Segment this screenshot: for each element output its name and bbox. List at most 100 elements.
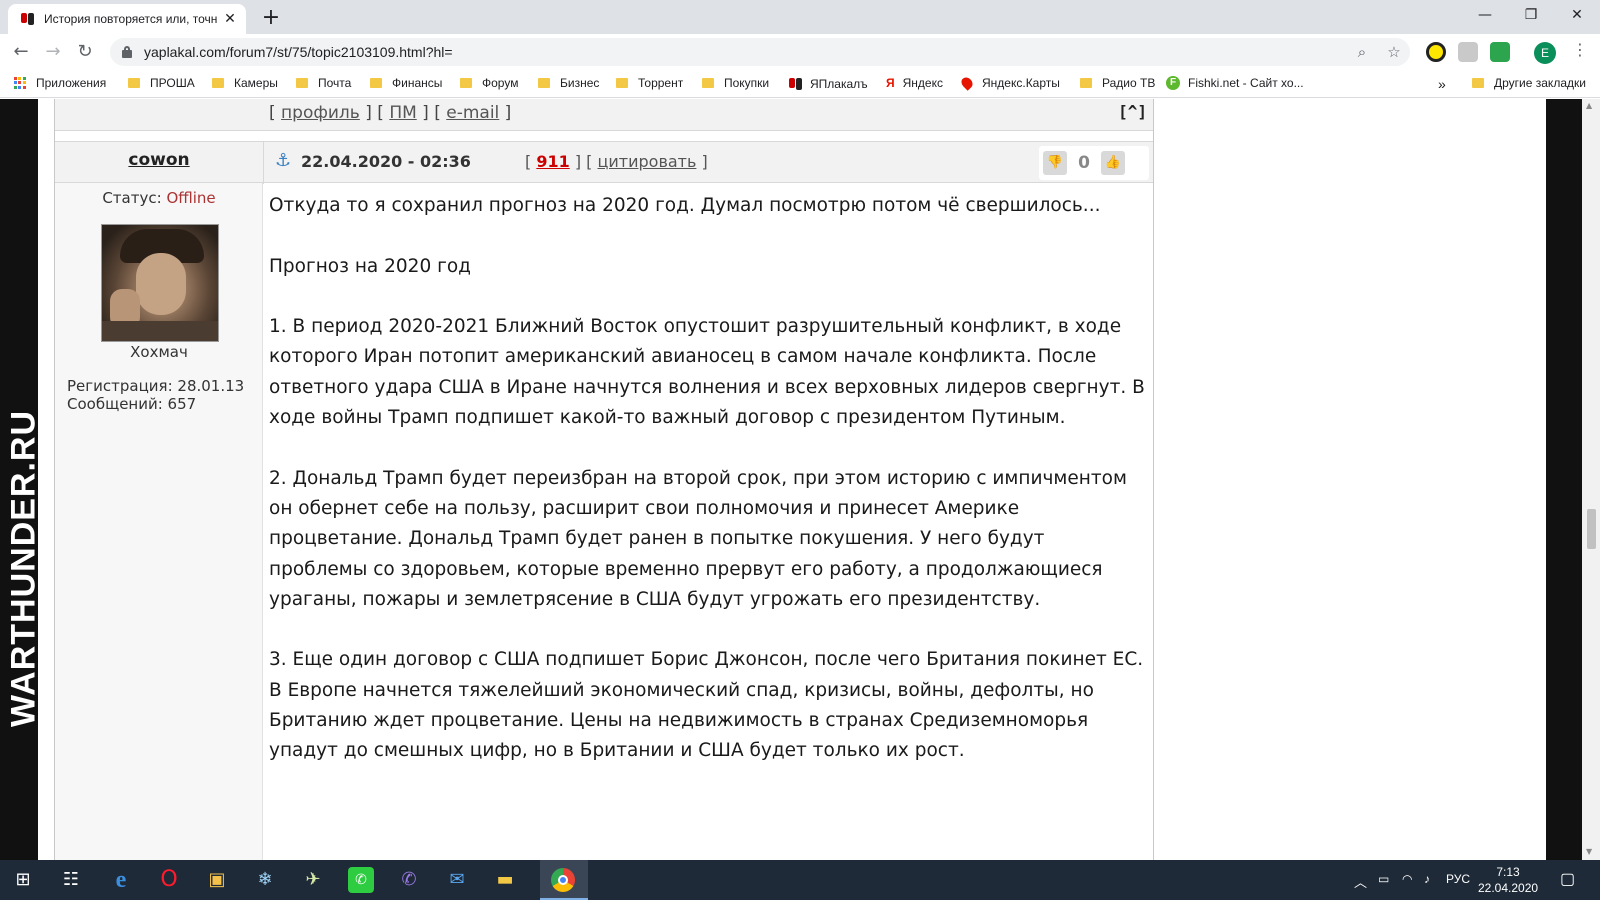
post-number-link[interactable]: 911 [536, 152, 569, 171]
windows-start-icon[interactable]: ⊞ [10, 867, 36, 893]
tab-active[interactable]: История повторяется или, точн ✕ [8, 4, 246, 34]
zoom-icon[interactable]: ⌕ [1346, 43, 1378, 61]
tab-strip: История повторяется или, точн ✕ + — ❐ ✕ [0, 0, 1600, 34]
store-icon[interactable]: ▣ [204, 867, 230, 893]
mail-icon[interactable]: ✉ [444, 867, 470, 893]
extension-pdf-icon[interactable] [1458, 42, 1478, 62]
bookmark-folder[interactable]: Форум [460, 76, 518, 90]
folder-icon [460, 78, 472, 88]
lock-icon [122, 46, 132, 58]
back-button[interactable]: ← [8, 40, 34, 66]
reload-button[interactable]: ↻ [72, 40, 98, 66]
page-content: [ профиль ] [ ПМ ] [ e-mail ] [^] cowon … [38, 99, 1546, 860]
yandex-icon: Я [886, 76, 895, 90]
bookmark-yandex[interactable]: Я Яндекс [886, 76, 943, 90]
post-rating: 👎 0 👍 [1039, 146, 1149, 180]
bookmark-folder[interactable]: Камеры [212, 76, 278, 90]
post-paragraph: Прогноз на 2020 год [269, 255, 471, 277]
anchor-icon[interactable]: ⚓ [275, 150, 291, 171]
task-view-icon[interactable]: ☷ [58, 867, 84, 893]
tab-title: История повторяется или, точн [44, 12, 218, 26]
author-column: Статус: Offline Хохмач Регистрация: 28.0… [55, 183, 263, 860]
post-links: [ 911 ] [ цитировать ] [525, 152, 708, 171]
viber-icon[interactable]: ✆ [396, 867, 422, 893]
opera-icon[interactable]: O [156, 867, 182, 893]
taskbar-clock[interactable]: 7:13 22.04.2020 [1478, 864, 1538, 896]
bookmark-yandex-maps[interactable]: Яндекс.Карты [959, 75, 1060, 91]
registration-date: Регистрация: 28.01.13 [67, 377, 245, 395]
whatsapp-icon[interactable]: ✆ [348, 867, 374, 893]
bookmark-folder[interactable]: Торрент [616, 76, 683, 90]
bookmark-star-icon[interactable]: ☆ [1378, 43, 1410, 61]
volume-icon[interactable]: ♪ [1424, 872, 1430, 886]
windows-taskbar: ⊞ ☷ e O ▣ ❄ ✈ ✆ ✆ ✉ ▬ ︿ ▭ ◠ ♪ РУС 7:13 2… [0, 860, 1600, 900]
post-body: Откуда то я сохранил прогноз на 2020 год… [269, 191, 1145, 767]
language-indicator[interactable]: РУС [1446, 872, 1470, 886]
browser-toolbar: ← → ↻ yaplakal.com/forum7/st/75/topic210… [0, 34, 1600, 70]
status-offline: Offline [166, 189, 216, 207]
chrome-icon[interactable] [551, 868, 575, 892]
notification-icon[interactable]: ▢ [1560, 869, 1575, 889]
page-scrollbar[interactable]: ▲ ▼ [1582, 99, 1600, 860]
bookmark-other[interactable]: Другие закладки [1472, 76, 1586, 90]
bookmark-folder[interactable]: Почта [296, 76, 351, 90]
author-info: Регистрация: 28.01.13 Сообщений: 657 [67, 377, 244, 413]
forward-button[interactable]: → [40, 40, 66, 66]
edge-icon[interactable]: e [108, 867, 134, 893]
app-snowflake-icon[interactable]: ❄ [252, 867, 278, 893]
yaplakal-favicon-icon [20, 11, 36, 27]
folder-icon [538, 78, 550, 88]
bookmark-yaplakal[interactable]: ЯПлакалъ [788, 76, 868, 92]
side-banner-right[interactable] [1546, 99, 1582, 860]
bookmark-folder[interactable]: Финансы [370, 76, 442, 90]
restore-button[interactable]: ❐ [1508, 0, 1554, 30]
bookmark-apps[interactable]: Приложения [14, 76, 106, 90]
pm-link[interactable]: ПМ [389, 103, 416, 123]
author-status: Статус: Offline [102, 189, 216, 207]
bookmark-folder[interactable]: Бизнес [538, 76, 599, 90]
fishki-icon: F [1166, 76, 1180, 90]
new-tab-button[interactable]: + [258, 6, 284, 32]
extension-yellow-icon[interactable] [1426, 42, 1446, 62]
email-link[interactable]: e-mail [446, 103, 499, 123]
bookmarks-bar: Приложения ПРОША Камеры Почта Финансы Фо… [0, 70, 1600, 98]
bookmarks-overflow-button[interactable]: » [1438, 76, 1446, 92]
divider [263, 142, 264, 184]
bookmark-folder[interactable]: ПРОША [128, 76, 195, 90]
profile-avatar[interactable]: E [1534, 42, 1556, 64]
file-explorer-icon[interactable]: ▬ [492, 867, 518, 893]
post-paragraph: Откуда то я сохранил прогноз на 2020 год… [269, 195, 1101, 216]
scroll-up-icon[interactable]: ▲ [1586, 101, 1592, 110]
post-date: 22.04.2020 - 02:36 [301, 152, 471, 171]
tray-chevron-icon[interactable]: ︿ [1354, 872, 1367, 891]
browser-menu-icon[interactable]: ⋮ [1572, 40, 1588, 59]
extension-green-badge-icon[interactable] [1490, 42, 1510, 62]
author-name-link[interactable]: cowon [55, 150, 263, 170]
address-bar[interactable]: yaplakal.com/forum7/st/75/topic2103109.h… [110, 38, 1410, 66]
thumbs-up-icon[interactable]: 👍 [1101, 151, 1125, 175]
battery-icon[interactable]: ▭ [1378, 872, 1389, 886]
forum-post-container: [ профиль ] [ ПМ ] [ e-mail ] [^] cowon … [54, 99, 1154, 860]
wifi-icon[interactable]: ◠ [1402, 872, 1412, 886]
bookmark-folder[interactable]: Радио ТВ [1080, 76, 1155, 90]
minimize-button[interactable]: — [1462, 0, 1508, 30]
folder-icon [616, 78, 628, 88]
profile-link[interactable]: профиль [281, 103, 360, 123]
scroll-down-icon[interactable]: ▼ [1586, 847, 1592, 856]
rating-score: 0 [1078, 153, 1090, 173]
thumbs-down-icon[interactable]: 👎 [1043, 151, 1067, 175]
scrollbar-thumb[interactable] [1587, 509, 1596, 549]
tab-close-icon[interactable]: ✕ [222, 11, 238, 27]
folder-icon [702, 78, 714, 88]
quote-link[interactable]: цитировать [597, 152, 696, 171]
apps-grid-icon [14, 77, 26, 89]
bookmark-fishki[interactable]: F Fishki.net - Сайт хо... [1166, 76, 1304, 90]
profile-links: [ профиль ] [ ПМ ] [ e-mail ] [269, 103, 512, 123]
url-text[interactable]: yaplakal.com/forum7/st/75/topic2103109.h… [144, 44, 1346, 60]
bookmark-folder[interactable]: Покупки [702, 76, 769, 90]
message-count: Сообщений: 657 [67, 395, 197, 413]
scroll-to-top-link[interactable]: [^] [1118, 102, 1147, 121]
close-window-button[interactable]: ✕ [1554, 0, 1600, 30]
app-bird-icon[interactable]: ✈ [300, 867, 326, 893]
side-banner-text: WARTHUNDER.RU [4, 409, 39, 728]
